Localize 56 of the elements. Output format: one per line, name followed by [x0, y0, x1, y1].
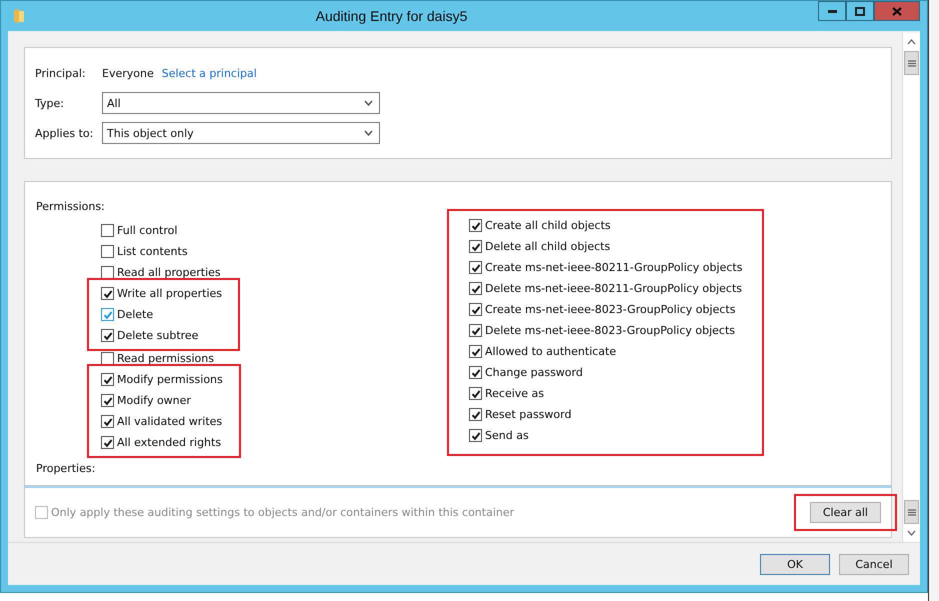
checkbox-label: Create ms-net-ieee-8023-GroupPolicy objects [485, 303, 736, 316]
grip-icon [908, 508, 916, 516]
scrollbar[interactable] [902, 33, 920, 542]
scroll-thumb[interactable] [904, 500, 919, 524]
close-button[interactable] [874, 1, 920, 21]
checkbox-label: Delete subtree [117, 329, 198, 342]
principal-name: Everyone [102, 66, 154, 80]
checkbox[interactable] [101, 245, 114, 258]
checkbox-label: Read all properties [117, 266, 221, 279]
scroll-down-icon [907, 530, 916, 536]
ok-button[interactable]: OK [760, 554, 830, 574]
field-label: Type: [35, 96, 65, 110]
clear-all-button[interactable]: Clear all [810, 502, 881, 523]
checkbox-label: Reset password [485, 408, 572, 421]
checkbox-label: Change password [485, 366, 583, 379]
checkbox-label: Modify permissions [117, 373, 223, 386]
checkbox[interactable] [101, 266, 114, 279]
checkbox-label: Delete [117, 308, 154, 321]
checkbox-label: All validated writes [117, 415, 222, 428]
scroll-up-icon [907, 39, 916, 45]
field-label: Applies to: [35, 126, 94, 140]
grip-icon [908, 60, 916, 66]
checkbox-label: Allowed to authenticate [485, 345, 616, 358]
checkbox-label: Delete ms-net-ieee-8023-GroupPolicy objects [485, 324, 736, 337]
checkbox-label: Write all properties [117, 287, 222, 300]
checkbox-label: Send as [485, 429, 529, 442]
checkbox[interactable] [101, 352, 114, 365]
chevron-down-icon [364, 100, 373, 106]
checkbox-label: Create ms-net-ieee-80211-GroupPolicy objects [485, 261, 742, 274]
checkbox-label: Modify owner [117, 394, 191, 407]
checkbox-label: Receive as [485, 387, 544, 400]
chevron-down-icon [364, 130, 373, 136]
scroll-thumb[interactable] [904, 51, 919, 75]
maximize-icon [855, 6, 865, 16]
checkbox-label: Full control [117, 224, 178, 237]
field-label: Principal: [35, 66, 87, 80]
section-heading: Properties: [36, 462, 96, 475]
checkbox-label: Only apply these auditing settings to objects and/or containers within this container [51, 506, 514, 519]
section-heading: Permissions: [36, 200, 105, 213]
applies-to-dropdown[interactable]: This object only [102, 122, 380, 144]
checkbox[interactable] [101, 224, 114, 237]
checkbox-label: Delete all child objects [485, 240, 610, 253]
minimize-button[interactable] [818, 1, 846, 21]
window-title: Auditing Entry for daisy5 [314, 8, 468, 24]
checkbox-label: Create all child objects [485, 219, 611, 232]
checkbox-label: List contents [117, 245, 188, 258]
minimize-icon [828, 10, 836, 12]
close-icon [892, 6, 902, 16]
checkbox-label: Delete ms-net-ieee-80211-GroupPolicy objects [485, 282, 742, 295]
type-dropdown[interactable]: All [102, 92, 380, 114]
checkbox-label: All extended rights [117, 436, 222, 449]
select-principal-link[interactable]: Select a principal [162, 66, 257, 80]
checkbox-label: Read permissions [117, 352, 214, 365]
folder-icon [13, 8, 25, 24]
cancel-button[interactable]: Cancel [839, 554, 909, 574]
maximize-button[interactable] [846, 1, 874, 21]
